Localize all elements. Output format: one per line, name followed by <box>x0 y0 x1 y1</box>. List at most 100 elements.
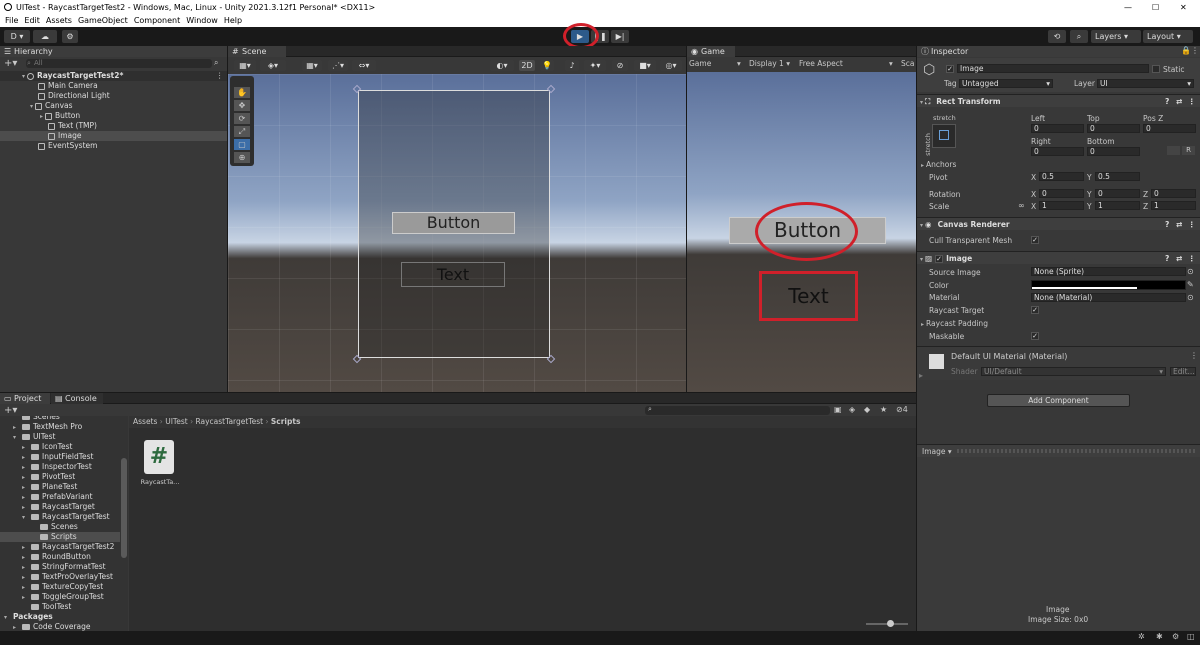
shading-dropdown[interactable]: ◐▾ <box>490 60 514 71</box>
top-field[interactable]: 0 <box>1087 124 1140 133</box>
folder-tree-item[interactable]: ▸ RaycastTargetTest2 <box>0 542 120 552</box>
raw-edit-button[interactable]: R <box>1182 146 1195 155</box>
menu-file[interactable]: File <box>5 16 18 25</box>
scene-text[interactable]: Text <box>401 262 505 287</box>
history-icon[interactable]: ⟲ <box>1048 30 1066 43</box>
grid-snap-dropdown[interactable]: ▦▾ <box>302 60 322 71</box>
folder-tree-item[interactable]: ▸ InputFieldTest <box>0 452 120 462</box>
preview-header[interactable]: Image ▾ <box>917 444 1200 457</box>
chevron-right-icon[interactable]: ▸ <box>13 623 20 631</box>
preset-icon[interactable]: ⇄ <box>1176 252 1182 265</box>
camera-mode-dropdown[interactable]: ◈▾ <box>260 60 286 71</box>
raycast-padding-label[interactable]: ▸ Raycast Padding <box>921 319 988 329</box>
gizmos-dropdown[interactable]: ◎▾ <box>660 60 682 71</box>
folder-tree-item[interactable]: ▸ PivotTest <box>0 472 120 482</box>
save-search-icon[interactable]: ◆ <box>864 405 870 414</box>
rot-x-field[interactable]: 0 <box>1039 189 1084 198</box>
tab-game[interactable]: ◉ Game <box>687 46 735 57</box>
right-field[interactable]: 0 <box>1031 147 1084 156</box>
search-by-label-icon[interactable]: ◈ <box>849 405 855 414</box>
menu-assets[interactable]: Assets <box>46 16 72 25</box>
hierarchy-item-main-camera[interactable]: Main Camera <box>38 81 98 91</box>
image-enabled-checkbox[interactable]: ✓ <box>935 255 944 263</box>
collab-icon[interactable]: ⚙ <box>62 30 78 43</box>
account-button[interactable]: D ▾ <box>4 30 30 43</box>
color-field[interactable] <box>1031 280 1186 290</box>
scale-x-field[interactable]: 1 <box>1039 201 1084 210</box>
step-button[interactable]: ▶| <box>611 30 629 43</box>
folder-tree-item[interactable]: ▸ TextMesh Pro <box>0 422 120 432</box>
more-icon[interactable]: ⋮ <box>1188 95 1196 108</box>
more-icon[interactable]: ⋮ <box>216 71 224 81</box>
folder-tree-item[interactable]: ▸ RaycastTarget <box>0 502 120 512</box>
hierarchy-item-eventsystem[interactable]: EventSystem <box>38 141 97 151</box>
more-icon[interactable]: ⋮ <box>1188 252 1196 265</box>
add-asset-icon[interactable]: +▾ <box>4 405 17 416</box>
display-dropdown[interactable]: Display 1 ▾ <box>749 58 790 70</box>
link-icon[interactable]: ∞ <box>1018 201 1025 210</box>
game-viewport[interactable]: Button Text <box>687 72 916 392</box>
scene-button[interactable]: Button <box>392 212 515 234</box>
draw-mode-dropdown[interactable]: ▦▾ <box>234 60 256 71</box>
folder-tree-item[interactable]: ▸ InspectorTest <box>0 462 120 472</box>
hierarchy-item-directional-light[interactable]: Directional Light <box>38 91 110 101</box>
collapse-arrow-icon[interactable]: ▸ <box>919 371 923 380</box>
object-name-field[interactable]: Image <box>957 64 1149 73</box>
folder-tree-item[interactable]: ▸ StringFormatTest <box>0 562 120 572</box>
folder-tree-item[interactable]: ▸ ToggleGroupTest <box>0 592 120 602</box>
folder-tree-item[interactable]: Scripts <box>0 532 120 542</box>
more-icon[interactable]: ⋮ <box>1188 218 1196 231</box>
hierarchy-item-image[interactable]: Image <box>0 131 227 141</box>
folder-tree-item[interactable]: ▸ TextureCopyTest <box>0 582 120 592</box>
breadcrumb-assets[interactable]: Assets <box>133 417 157 426</box>
scale-slider-label[interactable]: Sca <box>901 58 914 70</box>
aspect-dropdown-arrow[interactable]: ▾ <box>889 58 893 70</box>
mode-2d-button[interactable]: 2D <box>519 60 535 71</box>
object-picker-icon[interactable]: ⊙ <box>1187 267 1194 276</box>
zoom-slider[interactable] <box>866 620 908 627</box>
folder-tree-item[interactable]: ▸ PrefabVariant <box>0 492 120 502</box>
scene-root[interactable]: ▾ RaycastTargetTest2* ⋮ <box>0 71 227 81</box>
settings-icon[interactable]: ⚙ <box>1172 632 1179 641</box>
hierarchy-item-button[interactable]: ▸ Button <box>40 111 80 121</box>
project-search-input[interactable]: ⌕ <box>645 405 830 415</box>
shader-dropdown[interactable]: UI/Default ▾ <box>981 367 1166 376</box>
left-field[interactable]: 0 <box>1031 124 1084 133</box>
blueprint-mode-button[interactable] <box>1167 146 1180 155</box>
menu-gameobject[interactable]: GameObject <box>78 16 128 25</box>
align-dropdown[interactable]: ⇔▾ <box>352 60 376 71</box>
active-checkbox[interactable]: ✓ <box>946 65 954 73</box>
minimize-icon[interactable]: — <box>1124 0 1132 15</box>
breadcrumb-scripts[interactable]: Scripts <box>271 417 301 426</box>
breadcrumb-raycasttargettest[interactable]: RaycastTargetTest <box>195 417 263 426</box>
scale-tool-icon[interactable]: ⤢ <box>234 126 250 137</box>
source-image-field[interactable]: None (Sprite) <box>1031 267 1186 276</box>
cache-icon[interactable]: ◫ <box>1187 632 1195 641</box>
material-field[interactable]: None (Material) <box>1031 293 1186 302</box>
tab-scene[interactable]: # Scene <box>228 46 286 57</box>
rect-transform-header[interactable]: ▾ ⛶ Rect Transform? ⇄ ⋮ <box>917 94 1200 107</box>
search-filter-icon[interactable]: ⌕ <box>214 58 218 68</box>
image-component-header[interactable]: ▾ ▨ ✓ Image? ⇄ ⋮ <box>917 251 1200 264</box>
posz-field[interactable]: 0 <box>1143 124 1196 133</box>
game-view-dropdown-arrow[interactable]: ▾ <box>737 58 741 70</box>
hierarchy-item-text-tmp[interactable]: Text (TMP) <box>48 121 97 131</box>
hidden-objects-icon[interactable]: ⊘ <box>612 60 628 71</box>
menu-window[interactable]: Window <box>186 16 218 25</box>
favorite-icon[interactable]: ★ <box>880 405 887 414</box>
script-asset[interactable]: # RaycastTa... <box>141 440 179 490</box>
scale-y-field[interactable]: 1 <box>1095 201 1140 210</box>
game-text[interactable]: Text <box>759 271 858 321</box>
bug-icon[interactable]: ✱ <box>1156 632 1163 641</box>
hierarchy-item-canvas[interactable]: ▾ Canvas <box>30 101 73 111</box>
anchors-label[interactable]: ▸ Anchors <box>921 160 956 170</box>
static-checkbox[interactable] <box>1152 65 1160 73</box>
effects-dropdown[interactable]: ✦▾ <box>584 60 606 71</box>
add-icon[interactable]: +▾ <box>4 58 17 69</box>
aspect-dropdown[interactable]: Free Aspect <box>799 58 843 70</box>
shader-edit-button[interactable]: Edit... <box>1170 367 1196 376</box>
eyedropper-icon[interactable]: ✎ <box>1187 280 1194 289</box>
layer-dropdown[interactable]: UI ▾ <box>1097 79 1194 88</box>
more-icon[interactable]: ⋮ <box>1190 351 1198 360</box>
help-icon[interactable]: ? <box>1165 252 1169 265</box>
